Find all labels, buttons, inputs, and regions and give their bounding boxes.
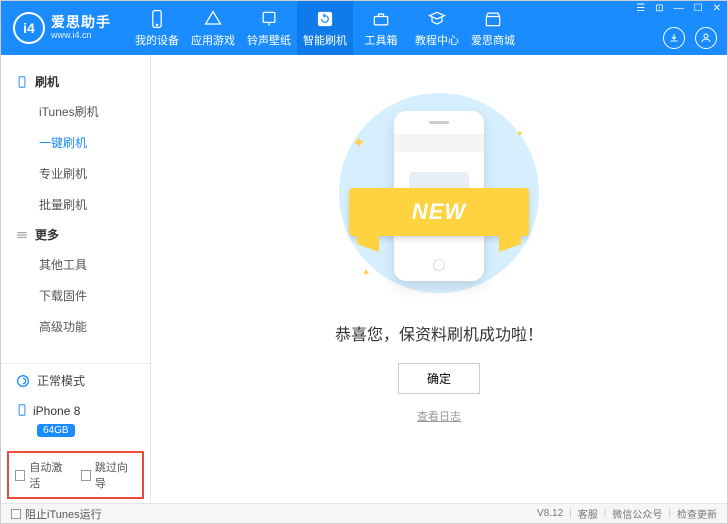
minimize-icon[interactable]: — [672,3,686,14]
store-icon [483,9,503,29]
sidebar-item-download-firmware[interactable]: 下载固件 [1,280,150,311]
nav-flash[interactable]: 智能刷机 [297,1,353,55]
refresh-icon [315,9,335,29]
sidebar: 刷机 iTunes刷机 一键刷机 专业刷机 批量刷机 更多 其他工具 下载固件 … [1,55,151,503]
tutorial-icon [427,9,447,29]
support-link[interactable]: 客服 [578,506,598,521]
nav-apps[interactable]: 应用游戏 [185,1,241,55]
sidebar-item-itunes-flash[interactable]: iTunes刷机 [1,96,150,127]
nav-ringtones[interactable]: 铃声壁纸 [241,1,297,55]
download-icon[interactable] [663,27,685,49]
success-illustration: NEW ✦✦✦ [324,93,554,293]
sidebar-item-other-tools[interactable]: 其他工具 [1,249,150,280]
more-icon [15,228,29,242]
toolbox-icon [371,9,391,29]
storage-badge: 64GB [37,424,75,437]
wechat-link[interactable]: 微信公众号 [612,506,662,521]
device-icon [15,403,29,417]
lock-icon[interactable]: ⊡ [653,3,665,14]
logo-icon: i4 [13,12,45,44]
app-site: www.i4.cn [51,31,111,41]
version-label: V8.12 [537,508,563,519]
ribbon-text: NEW [412,199,466,225]
phone-outline-icon [15,75,29,89]
app-title: 爱思助手 [51,15,111,30]
confirm-button[interactable]: 确定 [398,363,480,394]
logo: i4 爱思助手 www.i4.cn [13,12,111,44]
sidebar-item-advanced[interactable]: 高级功能 [1,311,150,342]
window-controls: ☰ ⊡ — ☐ ✕ [634,3,723,14]
sidebar-item-oneclick-flash[interactable]: 一键刷机 [1,127,150,158]
highlighted-options: 自动激活 跳过向导 [7,451,144,499]
nav-tutorials[interactable]: 教程中心 [409,1,465,55]
device-mode[interactable]: 正常模式 [1,364,150,397]
nav-store[interactable]: 爱思商城 [465,1,521,55]
skip-guide-checkbox[interactable]: 跳过向导 [81,459,137,491]
mode-icon [15,373,31,389]
status-bar: 阻止iTunes运行 V8.12 | 客服 | 微信公众号 | 检查更新 [1,503,727,523]
block-itunes-checkbox[interactable]: 阻止iTunes运行 [11,506,102,522]
main-content: NEW ✦✦✦ 恭喜您，保资料刷机成功啦！ 确定 查看日志 [151,55,727,503]
phone-icon [147,9,167,29]
nav-my-device[interactable]: 我的设备 [129,1,185,55]
close-icon[interactable]: ✕ [711,3,723,14]
sidebar-item-pro-flash[interactable]: 专业刷机 [1,158,150,189]
app-header: i4 爱思助手 www.i4.cn 我的设备 应用游戏 铃声壁纸 智能刷机 工具… [1,1,727,55]
success-message: 恭喜您，保资料刷机成功啦！ [335,321,543,345]
menu-icon[interactable]: ☰ [634,3,647,14]
sidebar-group-more: 更多 [1,220,150,249]
music-icon [259,9,279,29]
user-icon[interactable] [695,27,717,49]
apps-icon [203,9,223,29]
check-update-link[interactable]: 检查更新 [677,506,717,521]
sidebar-group-flash: 刷机 [1,67,150,96]
view-log-link[interactable]: 查看日志 [417,408,461,424]
sidebar-item-batch-flash[interactable]: 批量刷机 [1,189,150,220]
nav-toolbox[interactable]: 工具箱 [353,1,409,55]
top-nav: 我的设备 应用游戏 铃声壁纸 智能刷机 工具箱 教程中心 爱思商城 [129,1,521,55]
device-name: iPhone 8 [33,404,80,418]
maximize-icon[interactable]: ☐ [692,3,705,14]
device-info[interactable]: iPhone 8 64GB [1,397,150,445]
auto-activate-checkbox[interactable]: 自动激活 [15,459,71,491]
